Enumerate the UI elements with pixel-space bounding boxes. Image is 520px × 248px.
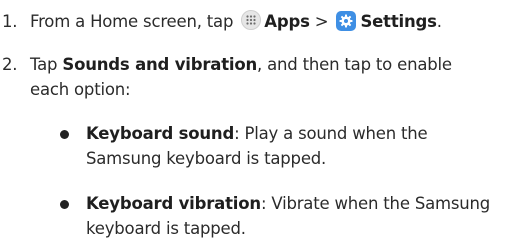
- step-number: 1.: [2, 12, 18, 31]
- step-1-prefix: From a Home screen, tap: [30, 12, 234, 31]
- bullet-icon: [60, 130, 69, 139]
- step-2-prefix: Tap: [30, 55, 58, 74]
- step-1-text: From a Home screen, tap Apps > Settings.: [30, 10, 442, 34]
- option-keyboard-sound-line-2: Samsung keyboard is tapped.: [86, 149, 327, 168]
- step-2-text-line-2: each option:: [30, 80, 131, 99]
- option-title: Keyboard vibration: [86, 194, 261, 213]
- step-2-text-line-1: Tap Sounds and vibration, and then tap t…: [30, 53, 452, 77]
- step-1-suffix: .: [436, 12, 442, 31]
- sounds-and-vibration-label: Sounds and vibration: [62, 55, 258, 74]
- option-description: : Vibrate when the Samsung: [260, 194, 491, 213]
- settings-label: Settings: [360, 12, 437, 31]
- option-keyboard-vibration-line-1: Keyboard vibration: Vibrate when the Sam…: [86, 192, 490, 216]
- settings-gear-icon: [336, 11, 357, 31]
- menu-separator: >: [314, 12, 329, 31]
- option-keyboard-sound-line-1: Keyboard sound: Play a sound when the: [86, 122, 428, 146]
- option-keyboard-vibration-line-2: keyboard is tapped.: [86, 219, 246, 238]
- step-2-line-1-suffix: , and then tap to enable: [257, 55, 452, 74]
- apps-grid-icon: [241, 10, 262, 30]
- bullet-icon: [60, 200, 69, 209]
- option-description: : Play a sound when the: [234, 124, 428, 143]
- apps-label: Apps: [264, 12, 310, 31]
- step-number: 2.: [2, 55, 18, 74]
- option-title: Keyboard sound: [86, 124, 235, 143]
